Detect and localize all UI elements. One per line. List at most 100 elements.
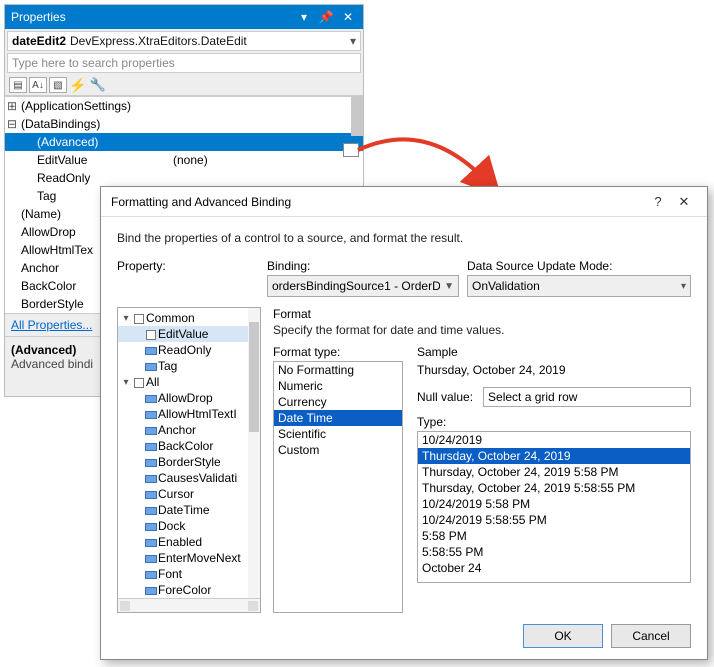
scrollbar-thumb[interactable] xyxy=(351,96,363,136)
format-type-item[interactable]: Date Time xyxy=(274,410,402,426)
tree-item[interactable]: ForeColor xyxy=(118,582,260,598)
tree-item[interactable]: Enabled xyxy=(118,534,260,550)
tree-item-label: EditValue xyxy=(158,327,208,341)
triangle-icon[interactable]: ▾ xyxy=(295,8,313,26)
tree-hscroll[interactable] xyxy=(118,598,260,612)
tree-item[interactable]: Font xyxy=(118,566,260,582)
scrollbar-thumb[interactable] xyxy=(249,322,259,432)
null-value-text: Select a grid row xyxy=(488,390,577,404)
pin-icon[interactable]: 📌 xyxy=(317,8,335,26)
help-icon[interactable]: ? xyxy=(645,194,671,209)
type-item[interactable]: Thursday, October 24, 2019 5:58 PM xyxy=(418,464,690,480)
wrench-icon[interactable]: 🔧 xyxy=(89,77,107,93)
chevron-down-icon: ▾ xyxy=(350,34,356,48)
tree-item-label: AllowHtmlTextI xyxy=(158,407,237,421)
tree-item-label: All xyxy=(146,375,159,389)
property-icon xyxy=(144,408,156,420)
type-item[interactable]: 5:58:55 PM xyxy=(418,544,690,560)
property-row[interactable]: ⊟(DataBindings) xyxy=(5,115,363,133)
categorized-icon[interactable]: ▤ xyxy=(9,77,27,93)
type-item[interactable]: 10/24/2019 xyxy=(418,432,690,448)
property-name: ReadOnly xyxy=(19,171,169,185)
binding-value: ordersBindingSource1 - OrderDat xyxy=(272,279,440,293)
tree-item[interactable]: ▾ All xyxy=(118,374,260,390)
binding-combo[interactable]: ordersBindingSource1 - OrderDat ▼ xyxy=(267,275,459,297)
tree-item-label: AllowDrop xyxy=(158,391,213,405)
type-item[interactable]: Thursday, October 24, 2019 xyxy=(418,448,690,464)
object-selector[interactable]: dateEdit2 DevExpress.XtraEditors.DateEdi… xyxy=(7,31,361,51)
tree-vscroll[interactable] xyxy=(248,308,260,598)
pages-icon[interactable]: ▧ xyxy=(49,77,67,93)
property-row[interactable]: (Advanced)…↖ xyxy=(5,133,363,151)
expand-icon[interactable]: ▾ xyxy=(120,313,132,324)
format-type-item[interactable]: Custom xyxy=(274,442,402,458)
format-area: Format Specify the format for date and t… xyxy=(261,307,691,613)
property-name: (DataBindings) xyxy=(19,117,169,131)
tree-item[interactable]: CausesValidati xyxy=(118,470,260,486)
type-label: Type: xyxy=(417,415,691,429)
property-icon xyxy=(144,552,156,564)
tree-item[interactable]: ReadOnly xyxy=(118,342,260,358)
alphabetical-icon[interactable]: A↓ xyxy=(29,77,47,93)
tree-item-label: BorderStyle xyxy=(158,455,221,469)
dialog-close-icon[interactable]: ✕ xyxy=(671,194,697,210)
expand-icon[interactable]: ⊞ xyxy=(5,99,19,113)
format-type-list[interactable]: No FormattingNumericCurrencyDate TimeSci… xyxy=(273,361,403,613)
format-type-item[interactable]: No Formatting xyxy=(274,362,402,378)
tree-item[interactable]: Dock xyxy=(118,518,260,534)
tree-item-label: DateTime xyxy=(158,503,210,517)
format-type-item[interactable]: Currency xyxy=(274,394,402,410)
tree-item-label: Common xyxy=(146,311,195,325)
close-icon[interactable]: ✕ xyxy=(339,8,357,26)
type-item[interactable]: Thursday, October 24, 2019 5:58:55 PM xyxy=(418,480,690,496)
tree-item[interactable]: DateTime xyxy=(118,502,260,518)
tree-item[interactable]: EnterMoveNext xyxy=(118,550,260,566)
property-icon xyxy=(144,424,156,436)
property-icon xyxy=(144,360,156,372)
property-row[interactable]: ⊞(ApplicationSettings) xyxy=(5,97,363,115)
expand-icon[interactable]: ⊟ xyxy=(5,117,19,131)
tree-item[interactable]: Cursor xyxy=(118,486,260,502)
property-row[interactable]: EditValue(none) xyxy=(5,151,363,169)
tree-item-label: Enabled xyxy=(158,535,202,549)
tree-item[interactable]: ▾ Common xyxy=(118,310,260,326)
sample-label: Sample xyxy=(417,345,691,359)
search-input[interactable]: Type here to search properties xyxy=(7,53,361,73)
property-icon xyxy=(144,456,156,468)
cancel-button[interactable]: Cancel xyxy=(611,624,691,648)
binding-label: Binding: xyxy=(267,259,467,273)
property-icon xyxy=(144,344,156,356)
dialog-title: Formatting and Advanced Binding xyxy=(111,195,645,209)
tree-item[interactable]: BorderStyle xyxy=(118,454,260,470)
property-label: Property: xyxy=(117,259,267,273)
type-item[interactable]: 5:58 PM xyxy=(418,528,690,544)
tree-item[interactable]: Anchor xyxy=(118,422,260,438)
property-name: EditValue xyxy=(19,153,169,167)
null-value-input[interactable]: Select a grid row xyxy=(483,387,691,407)
format-desc: Specify the format for date and time val… xyxy=(273,323,691,337)
type-item[interactable]: October 24 xyxy=(418,560,690,576)
tree-item[interactable]: BackColor xyxy=(118,438,260,454)
tree-item[interactable]: EditValue xyxy=(118,326,260,342)
property-icon xyxy=(144,504,156,516)
tree-item-label: EnterMoveNext xyxy=(158,551,241,565)
type-item[interactable]: 10/24/2019 5:58 PM xyxy=(418,496,690,512)
chevron-down-icon: ▾ xyxy=(681,281,686,292)
ok-button[interactable]: OK xyxy=(523,624,603,648)
tree-item[interactable]: Tag xyxy=(118,358,260,374)
format-type-item[interactable]: Numeric xyxy=(274,378,402,394)
events-icon[interactable]: ⚡ xyxy=(69,77,87,93)
property-row[interactable]: ReadOnly xyxy=(5,169,363,187)
type-list[interactable]: 10/24/2019Thursday, October 24, 2019Thur… xyxy=(417,431,691,583)
tree-item[interactable]: AllowDrop xyxy=(118,390,260,406)
tree-item-label: Anchor xyxy=(158,423,196,437)
tree-item[interactable]: AllowHtmlTextI xyxy=(118,406,260,422)
tree-item-label: BackColor xyxy=(158,439,213,453)
property-icon xyxy=(144,568,156,580)
dsupdate-combo[interactable]: OnValidation ▾ xyxy=(467,275,691,297)
tree-item-label: Font xyxy=(158,567,182,581)
expand-icon[interactable]: ▾ xyxy=(120,377,132,388)
format-type-item[interactable]: Scientific xyxy=(274,426,402,442)
tree-item-label: Cursor xyxy=(158,487,194,501)
type-item[interactable]: 10/24/2019 5:58:55 PM xyxy=(418,512,690,528)
